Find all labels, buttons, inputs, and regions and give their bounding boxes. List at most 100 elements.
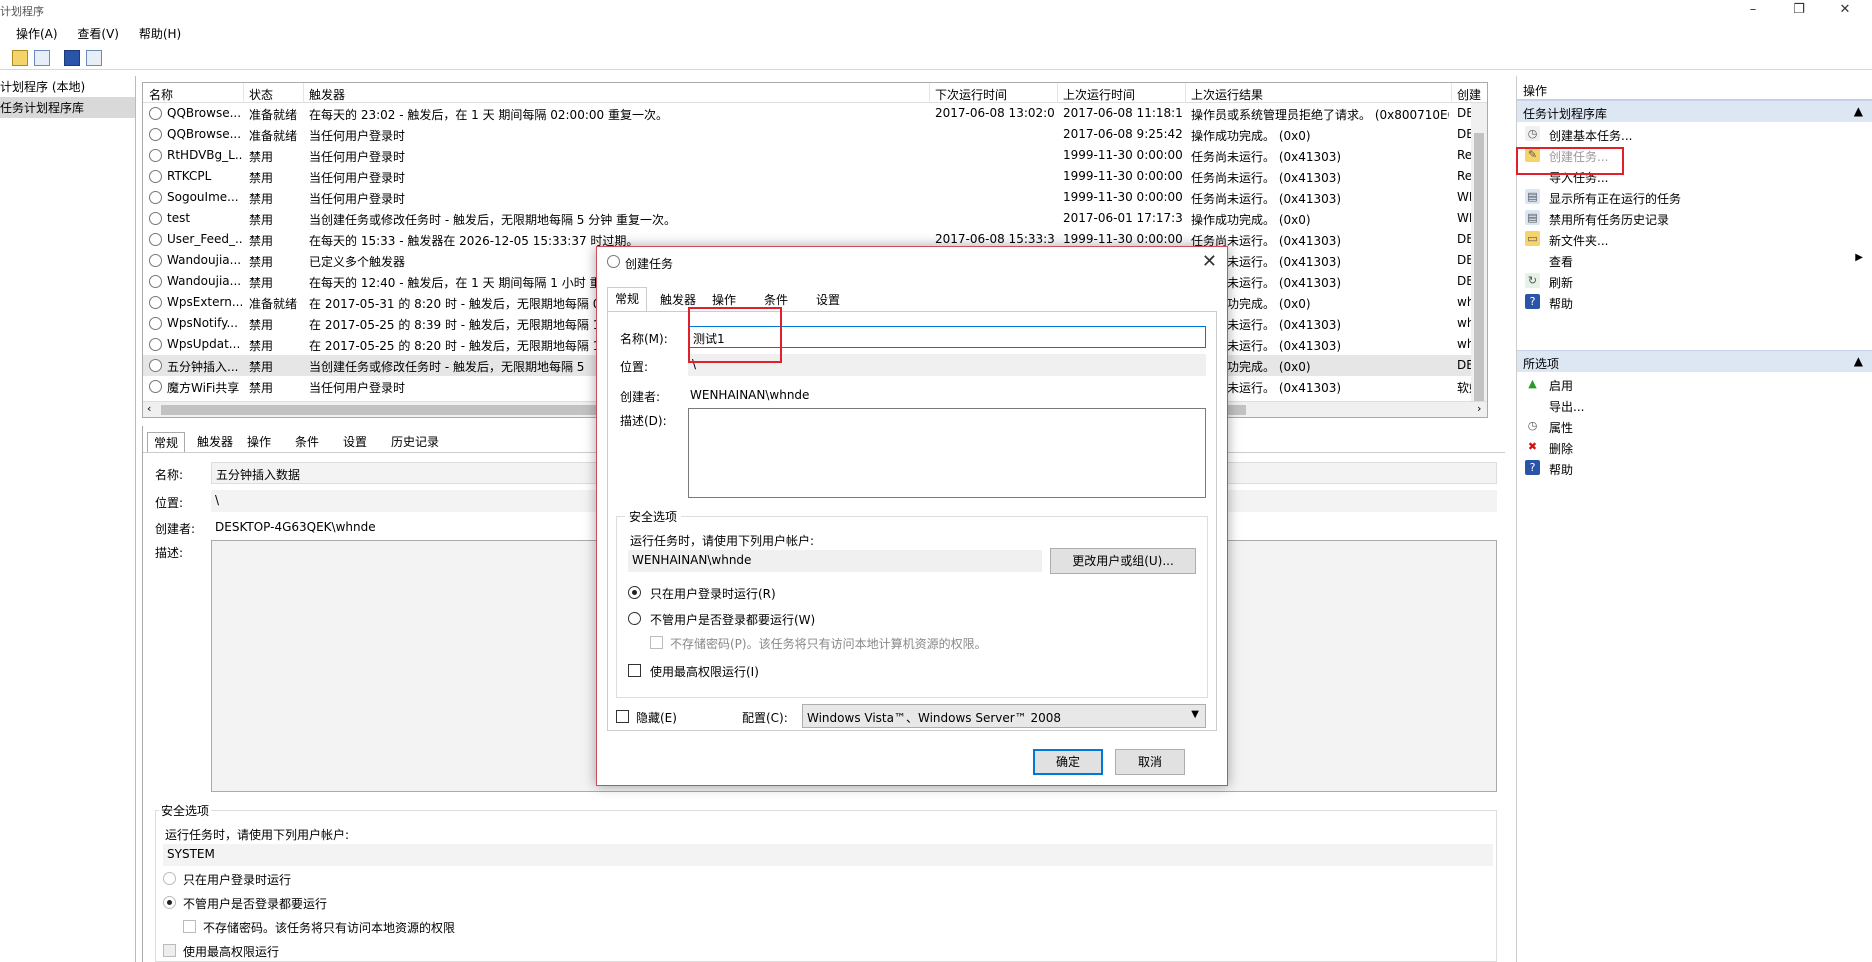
cell-name: Wandoujia...	[167, 274, 242, 288]
chevron-down-icon: ▼	[1191, 709, 1199, 720]
chk-no-password	[650, 636, 663, 649]
action-item[interactable]: ? 帮助	[1517, 290, 1872, 314]
restore-icon[interactable]: ❐	[1776, 0, 1822, 22]
cell-trigger: 当任何用户登录时	[309, 129, 406, 143]
cell-name: QQBrowse...	[167, 127, 242, 141]
opt-any-label[interactable]: 不管用户是否登录都要运行(W)	[650, 611, 815, 628]
col-last-run[interactable]: 上次运行时间	[1063, 86, 1135, 103]
cell-status: 禁用	[249, 276, 274, 290]
action-item-label: 创建基本任务...	[1549, 129, 1633, 143]
detail-tab-general[interactable]: 常规	[147, 432, 186, 452]
detail-tab-conditions[interactable]: 条件	[289, 432, 325, 452]
config-select-value: Windows Vista™、Windows Server™ 2008	[807, 711, 1062, 725]
tree-root[interactable]: 计划程序 (本地)	[0, 76, 135, 97]
table-row[interactable]: RTKCPL 禁用 当任何用户登录时 1999-11-30 0:00:00 任务尚未运行…	[143, 166, 1487, 187]
new-folder-icon: ▭	[1525, 231, 1540, 246]
table-row[interactable]: QQBrowse... 准备就绪 在每天的 23:02 - 触发后，在 1 天 期间…	[143, 103, 1487, 124]
actions-group-library[interactable]: 任务计划程序库 ▲	[1517, 100, 1872, 122]
chk-highest[interactable]	[628, 664, 641, 677]
cell-name: User_Feed_...	[167, 232, 243, 246]
dialog-name-label: 名称(M):	[620, 332, 668, 346]
opt-logged-on-label[interactable]: 只在用户登录时运行(R)	[650, 585, 776, 602]
menu-action[interactable]: 操作(A)	[8, 22, 66, 45]
task-clock-icon	[149, 254, 162, 267]
cell-result: 任务尚未运行。 (0x41303)	[1191, 171, 1342, 185]
hidden-label[interactable]: 隐藏(E)	[636, 709, 677, 726]
action-item-label: 帮助	[1549, 297, 1574, 311]
col-last-result[interactable]: 上次运行结果	[1191, 86, 1263, 103]
cell-result: 任务尚未运行。 (0x41303)	[1191, 339, 1342, 353]
help-icon: ?	[1525, 294, 1540, 309]
task-clock-icon	[149, 233, 162, 246]
dialog-desc-input[interactable]	[688, 408, 1206, 498]
col-next-run[interactable]: 下次运行时间	[935, 86, 1007, 103]
action-item[interactable]: ? 帮助	[1517, 456, 1872, 480]
radio-any[interactable]	[628, 612, 641, 625]
cell-result: 任务尚未运行。 (0x41303)	[1191, 192, 1342, 206]
actions-group-selected[interactable]: 所选项 ▲	[1517, 350, 1872, 372]
task-clock-icon	[149, 149, 162, 162]
cell-last: 1999-11-30 0:00:00	[1063, 232, 1183, 246]
cell-status: 禁用	[249, 360, 274, 374]
table-row[interactable]: QQBrowse... 准备就绪 当任何用户登录时 2017-06-08 9:25:4…	[143, 124, 1487, 145]
task-clock-icon	[149, 338, 162, 351]
task-clock-icon	[149, 128, 162, 141]
refresh-icon: ↻	[1525, 273, 1540, 288]
running-tasks-icon: ▤	[1525, 189, 1540, 204]
cancel-button[interactable]: 取消	[1115, 749, 1185, 775]
detail-opt-logged-on: 只在用户登录时运行	[183, 873, 292, 887]
task-list-vscroll[interactable]	[1471, 103, 1487, 403]
tree-task-library[interactable]: 任务计划程序库	[0, 97, 135, 118]
col-trigger[interactable]: 触发器	[309, 86, 345, 103]
task-clock-icon	[149, 107, 162, 120]
detail-security-title: 安全选项	[159, 802, 212, 819]
detail-run-as-value: SYSTEM	[163, 844, 1493, 866]
dialog-tab-settings[interactable]: 设置	[809, 289, 847, 311]
cell-name: Wandoujia...	[167, 253, 242, 267]
opt-highest-label[interactable]: 使用最高权限运行(I)	[650, 663, 759, 680]
collapse-up-icon[interactable]: ▲	[1854, 354, 1863, 368]
show-hide-action-pane-icon[interactable]	[86, 50, 102, 66]
cell-result: 操作成功完成。 (0x0)	[1191, 297, 1311, 311]
table-row[interactable]: RtHDVBg_L... 禁用 当任何用户登录时 1999-11-30 0:00:00…	[143, 145, 1487, 166]
dialog-location-label: 位置:	[620, 360, 649, 374]
show-hide-tree-icon[interactable]	[34, 50, 50, 66]
help-icon[interactable]	[64, 50, 80, 66]
help-icon: ?	[1525, 460, 1540, 475]
menu-help[interactable]: 帮助(H)	[131, 22, 189, 45]
folder-up-icon[interactable]	[12, 50, 28, 66]
cell-name: WpsExtern...	[167, 295, 243, 309]
cell-status: 准备就绪	[249, 108, 298, 122]
collapse-up-icon[interactable]: ▲	[1854, 104, 1863, 118]
task-clock-icon	[149, 380, 162, 393]
detail-author-label: 创建者:	[155, 522, 196, 536]
opt-no-password-label: 不存储密码(P)。该任务将只有访问本地计算机资源的权限。	[670, 637, 987, 651]
table-row[interactable]: test 禁用 当创建任务或修改任务时 - 触发后，无限期地每隔 5 分钟 重复一次…	[143, 208, 1487, 229]
cell-result: 任务尚未运行。 (0x41303)	[1191, 150, 1342, 164]
config-select[interactable]: Windows Vista™、Windows Server™ 2008 ▼	[802, 704, 1206, 728]
detail-tab-history[interactable]: 历史记录	[385, 432, 445, 452]
cell-name: SogouIme...	[167, 190, 239, 204]
menu-view[interactable]: 查看(V)	[69, 22, 127, 45]
detail-tab-actions[interactable]: 操作	[241, 432, 277, 452]
ok-button[interactable]: 确定	[1033, 749, 1103, 775]
detail-tab-settings[interactable]: 设置	[337, 432, 373, 452]
action-item-label: 刷新	[1549, 276, 1574, 290]
chk-hidden[interactable]	[616, 710, 629, 723]
col-status[interactable]: 状态	[249, 86, 273, 103]
minimize-icon[interactable]: –	[1730, 0, 1776, 22]
change-user-button[interactable]: 更改用户或组(U)...	[1050, 548, 1196, 574]
toolbar	[0, 46, 1872, 70]
detail-opt-highest: 使用最高权限运行	[183, 945, 280, 959]
dialog-close-icon[interactable]: ✕	[1202, 251, 1217, 272]
col-name[interactable]: 名称	[149, 86, 173, 103]
cell-status: 禁用	[249, 234, 274, 248]
radio-logged-on[interactable]	[628, 586, 641, 599]
detail-tab-triggers[interactable]: 触发器	[191, 432, 239, 452]
table-row[interactable]: SogouIme... 禁用 当任何用户登录时 1999-11-30 0:00:00 任…	[143, 187, 1487, 208]
delete-icon: ✖	[1527, 440, 1538, 453]
dialog-tab-general[interactable]: 常规	[607, 287, 648, 312]
action-item-label: 导出...	[1549, 400, 1585, 414]
col-author[interactable]: 创建	[1457, 86, 1487, 103]
close-window-icon[interactable]: ✕	[1822, 0, 1868, 22]
